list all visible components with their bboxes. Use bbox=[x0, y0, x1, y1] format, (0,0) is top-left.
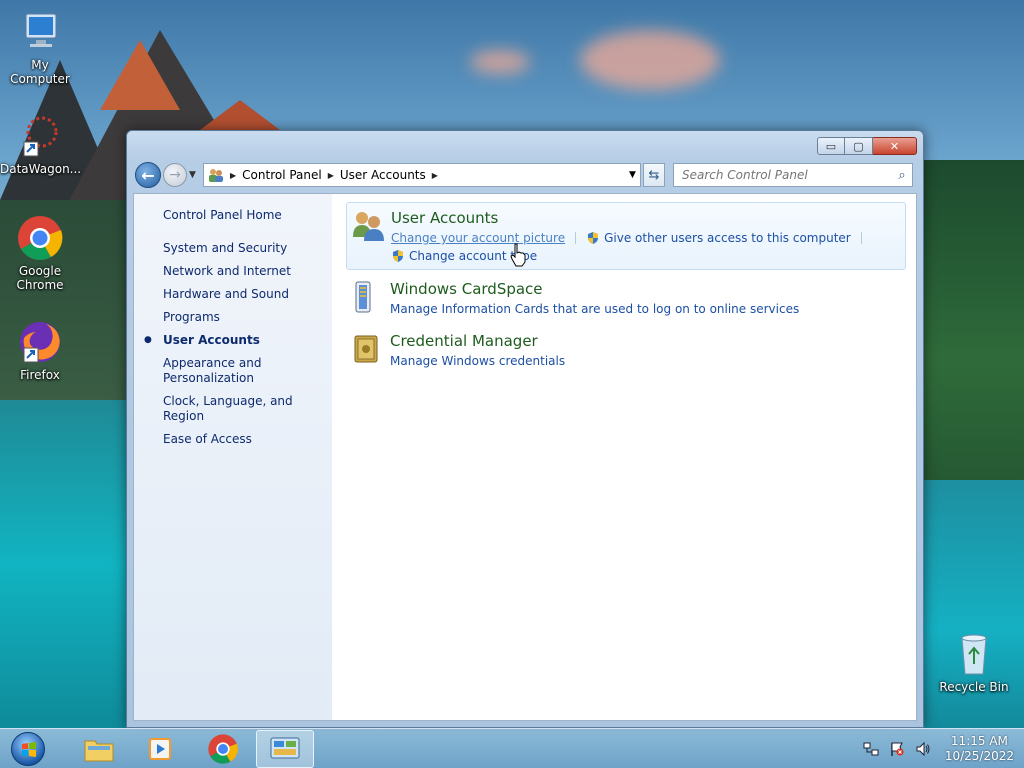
arrow-right-icon: → bbox=[169, 167, 181, 183]
address-dropdown[interactable]: ▼ bbox=[624, 170, 640, 180]
divider bbox=[575, 232, 577, 244]
taskbar-control-panel[interactable] bbox=[256, 729, 314, 768]
maximize-button[interactable]: ▢ bbox=[845, 137, 873, 155]
mountain-peak bbox=[200, 100, 280, 130]
chrome-icon bbox=[208, 733, 238, 764]
minimize-button[interactable]: ▭ bbox=[817, 137, 845, 155]
group-title-windows-cardspace[interactable]: Windows CardSpace bbox=[390, 280, 799, 298]
search-input[interactable] bbox=[682, 168, 892, 182]
content-area: Control Panel Home System and Security N… bbox=[133, 193, 917, 721]
close-button[interactable]: ✕ bbox=[873, 137, 917, 155]
desktop-icon-my-computer[interactable]: My Computer bbox=[0, 8, 80, 86]
cardspace-icon[interactable] bbox=[350, 280, 390, 316]
network-icon[interactable] bbox=[861, 739, 881, 759]
desktop-icon-google-chrome[interactable]: Google Chrome bbox=[0, 214, 80, 292]
volume-icon[interactable] bbox=[913, 739, 933, 759]
group-credential-manager: Credential Manager Manage Windows creden… bbox=[346, 326, 906, 374]
desktop-icon-firefox[interactable]: Firefox bbox=[0, 318, 80, 382]
back-button[interactable]: ← bbox=[135, 162, 161, 188]
hand-cursor-icon bbox=[510, 243, 528, 267]
uac-shield-icon bbox=[391, 249, 405, 263]
sidebar-item-ease-of-access[interactable]: Ease of Access bbox=[134, 432, 332, 447]
computer-icon bbox=[16, 8, 64, 56]
search-box[interactable]: ⌕ bbox=[673, 163, 913, 187]
link-manage-information-cards[interactable]: Manage Information Cards that are used t… bbox=[390, 300, 799, 318]
divider bbox=[860, 232, 862, 244]
mountain-peak bbox=[100, 40, 180, 110]
chevron-right-icon[interactable]: ▶ bbox=[432, 171, 438, 180]
sidebar-item-user-accounts[interactable]: User Accounts bbox=[134, 333, 332, 348]
clock[interactable]: 11:15 AM 10/25/2022 bbox=[945, 734, 1014, 764]
search-icon[interactable]: ⌕ bbox=[892, 168, 912, 183]
control-panel-window[interactable]: ▭ ▢ ✕ ← → ▼ ▶ Control Panel ▶ User Accou… bbox=[126, 130, 924, 728]
sidebar-item-programs[interactable]: Programs bbox=[134, 310, 332, 325]
user-accounts-icon[interactable] bbox=[351, 209, 391, 245]
datawagon-icon bbox=[16, 112, 64, 160]
link-change-account-picture[interactable]: Change your account picture bbox=[391, 229, 565, 247]
breadcrumb-control-panel[interactable]: Control Panel bbox=[242, 168, 322, 182]
group-user-accounts: User Accounts Change your account pictur… bbox=[346, 202, 906, 270]
sidebar-item-hardware-and-sound[interactable]: Hardware and Sound bbox=[134, 287, 332, 302]
refresh-icon: ⇆ bbox=[648, 167, 660, 183]
desktop-icon-label: DataWagon... bbox=[0, 162, 82, 176]
start-button[interactable] bbox=[6, 730, 50, 768]
group-links: Manage Information Cards that are used t… bbox=[390, 300, 799, 318]
sidebar: Control Panel Home System and Security N… bbox=[134, 194, 332, 720]
link-manage-windows-credentials[interactable]: Manage Windows credentials bbox=[390, 352, 565, 370]
link-label: Give other users access to this computer bbox=[604, 231, 851, 245]
taskbar-media-player[interactable] bbox=[132, 730, 190, 768]
firefox-icon bbox=[16, 318, 64, 366]
uac-shield-icon bbox=[586, 231, 600, 245]
desktop-icon-label: Recycle Bin bbox=[939, 680, 1009, 694]
navigation-bar: ← → ▼ ▶ Control Panel ▶ User Accounts ▶ … bbox=[135, 161, 915, 189]
chevron-right-icon[interactable]: ▶ bbox=[328, 171, 334, 180]
folder-icon bbox=[84, 740, 114, 761]
group-links: Change your account picture Give other u… bbox=[391, 229, 872, 247]
link-give-other-users-access[interactable]: Give other users access to this computer bbox=[586, 229, 851, 247]
desktop-icon-label: Google Chrome bbox=[16, 264, 64, 292]
action-center-flag-icon[interactable] bbox=[887, 739, 907, 759]
media-player-icon bbox=[149, 737, 171, 760]
taskbar: 11:15 AM 10/25/2022 bbox=[0, 728, 1024, 768]
desktop-icon-recycle-bin[interactable]: Recycle Bin bbox=[934, 630, 1014, 694]
group-title-user-accounts[interactable]: User Accounts bbox=[391, 209, 872, 227]
cloud bbox=[580, 30, 720, 90]
recent-pages-dropdown[interactable]: ▼ bbox=[189, 170, 201, 180]
credential-manager-icon[interactable] bbox=[350, 332, 390, 368]
recycle-bin-icon bbox=[950, 630, 998, 678]
forward-button[interactable]: → bbox=[163, 163, 187, 187]
chevron-down-icon: ▼ bbox=[189, 170, 196, 180]
breadcrumb-user-accounts[interactable]: User Accounts bbox=[340, 168, 426, 182]
desktop-icon-label: My Computer bbox=[10, 58, 70, 86]
chevron-right-icon[interactable]: ▶ bbox=[230, 171, 236, 180]
lake bbox=[0, 400, 130, 730]
clock-date: 10/25/2022 bbox=[944, 748, 1014, 763]
sidebar-item-appearance[interactable]: Appearance and Personalization bbox=[134, 356, 293, 386]
address-bar[interactable]: ▶ Control Panel ▶ User Accounts ▶ ▼ bbox=[203, 163, 641, 187]
group-links: Change account type bbox=[391, 247, 872, 265]
group-windows-cardspace: Windows CardSpace Manage Information Car… bbox=[346, 274, 906, 322]
clock-time: 11:15 AM bbox=[950, 733, 1008, 748]
window-controls: ▭ ▢ ✕ bbox=[817, 137, 917, 155]
control-panel-users-icon bbox=[208, 167, 224, 183]
chrome-icon bbox=[16, 214, 64, 262]
group-title-credential-manager[interactable]: Credential Manager bbox=[390, 332, 565, 350]
sidebar-item-clock-language-region[interactable]: Clock, Language, and Region bbox=[134, 394, 332, 424]
refresh-button[interactable]: ⇆ bbox=[643, 163, 665, 187]
control-panel-icon bbox=[270, 737, 300, 758]
taskbar-chrome[interactable] bbox=[194, 730, 252, 768]
desktop-icon-datawagon[interactable]: DataWagon... bbox=[0, 112, 82, 176]
main-panel: User Accounts Change your account pictur… bbox=[332, 194, 916, 720]
group-links: Manage Windows credentials bbox=[390, 352, 565, 370]
system-tray: 11:15 AM 10/25/2022 bbox=[855, 730, 1024, 768]
sidebar-item-system-and-security[interactable]: System and Security bbox=[134, 241, 332, 256]
arrow-left-icon: ← bbox=[141, 165, 155, 185]
sidebar-item-control-panel-home[interactable]: Control Panel Home bbox=[134, 208, 332, 223]
taskbar-file-explorer[interactable] bbox=[70, 730, 128, 768]
windows-logo-icon bbox=[11, 731, 45, 766]
desktop-icon-label: Firefox bbox=[20, 368, 60, 382]
cloud bbox=[470, 50, 530, 74]
sidebar-item-network-and-internet[interactable]: Network and Internet bbox=[134, 264, 332, 279]
